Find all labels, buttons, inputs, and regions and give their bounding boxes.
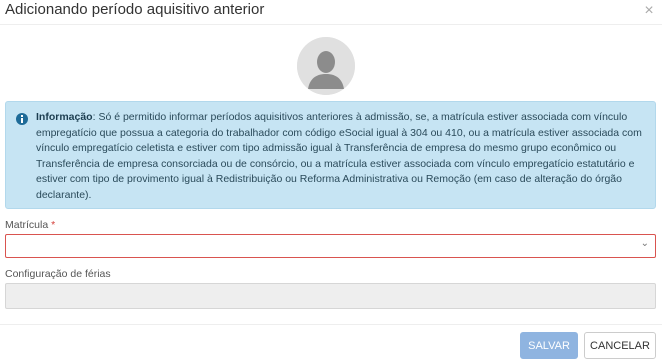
close-icon[interactable]: ×: [639, 2, 659, 22]
avatar: [297, 37, 355, 95]
footer-divider: [0, 324, 662, 325]
info-body: Só é permitido informar períodos aquisit…: [36, 111, 642, 201]
dialog-header: Adicionando período aquisitivo anterior …: [0, 0, 662, 24]
user-silhouette-icon: [297, 37, 355, 95]
cancel-button[interactable]: CANCELAR: [584, 332, 656, 359]
info-alert: Informação: Só é permitido informar perí…: [5, 101, 656, 209]
required-mark: *: [51, 219, 56, 231]
matricula-select[interactable]: ⌄: [5, 234, 656, 258]
matricula-label: Matrícula *: [5, 219, 55, 231]
save-button[interactable]: SALVAR: [520, 332, 578, 359]
info-text: Informação: Só é permitido informar perí…: [36, 110, 648, 204]
dialog-title: Adicionando período aquisitivo anterior: [5, 1, 265, 18]
header-divider: [0, 24, 662, 25]
chevron-down-icon: ⌄: [640, 238, 649, 249]
configuracao-label: Configuração de férias: [5, 268, 111, 280]
matricula-label-text: Matrícula: [5, 219, 49, 231]
info-circle-icon: [16, 113, 28, 125]
configuracao-field: [5, 283, 656, 309]
dialog: Adicionando período aquisitivo anterior …: [0, 0, 662, 362]
info-heading: Informação: [36, 111, 93, 123]
